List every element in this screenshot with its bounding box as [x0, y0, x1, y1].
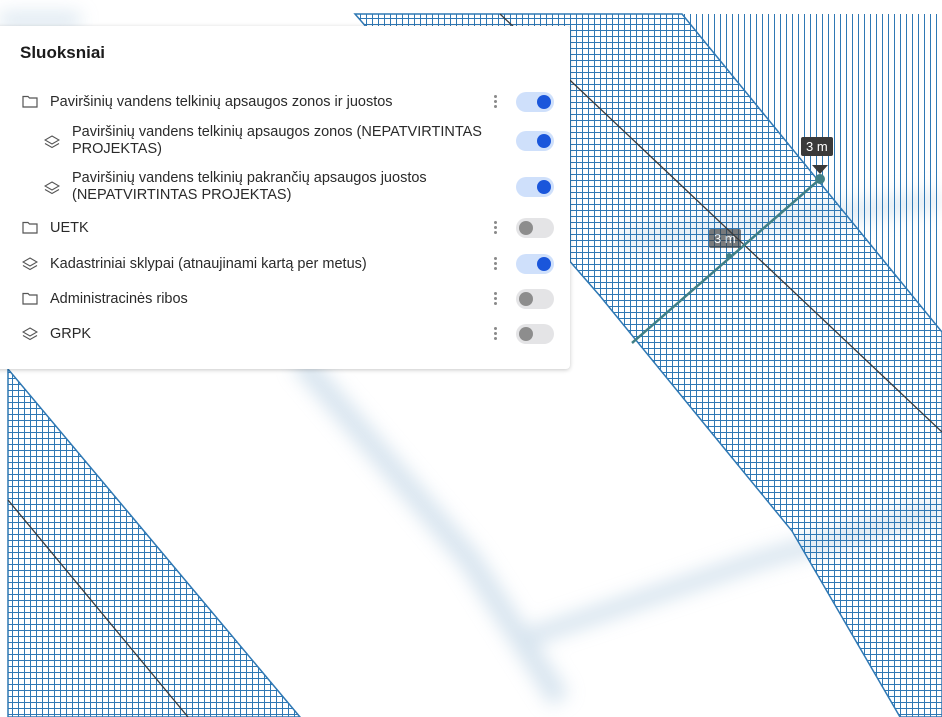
layer-row-pakranciu-juostos[interactable]: Paviršinių vandens telkinių pakrančių ap… [0, 170, 570, 206]
layer-toggle[interactable] [516, 289, 554, 309]
layer-toggle[interactable] [516, 92, 554, 112]
layers-icon [21, 256, 39, 272]
layer-label: Paviršinių vandens telkinių apsaugos zon… [50, 94, 393, 110]
layer-menu-icon[interactable] [492, 94, 498, 110]
layer-row-administracines-ribos[interactable]: Administracinės ribos [0, 289, 570, 309]
layer-row-apsaugos-zonos[interactable]: Paviršinių vandens telkinių apsaugos zon… [0, 124, 570, 160]
panel-title: Sluoksniai [20, 43, 106, 62]
layer-row-grpk[interactable]: GRPK [0, 324, 570, 344]
layer-label: Paviršinių vandens telkinių apsaugos zon… [72, 124, 482, 157]
layer-menu-icon[interactable] [492, 256, 498, 272]
layers-icon [43, 180, 61, 196]
layer-menu-icon[interactable] [492, 220, 498, 236]
folder-icon [22, 291, 38, 307]
layer-label: Kadastriniai sklypai (atnaujinami kartą … [50, 256, 367, 272]
layer-row-pavirsiniu-group[interactable]: Paviršinių vandens telkinių apsaugos zon… [0, 92, 570, 112]
layers-icon [21, 326, 39, 342]
protection-zone-band-left [7, 366, 301, 717]
measure-vertex[interactable] [815, 174, 825, 184]
folder-icon [22, 94, 38, 110]
measure-label-segment: 3 m [709, 229, 741, 248]
measure-label-total: 3 m [801, 137, 833, 156]
layers-panel: Sluoksniai Paviršinių vandens telkinių a… [0, 26, 570, 369]
layer-toggle[interactable] [516, 131, 554, 151]
layer-row-kadastriniai-sklypai[interactable]: Kadastriniai sklypai (atnaujinami kartą … [0, 254, 570, 274]
layers-icon [43, 134, 61, 150]
layer-label: UETK [50, 220, 89, 236]
layer-toggle[interactable] [516, 324, 554, 344]
layer-label: Administracinės ribos [50, 291, 188, 307]
layer-toggle[interactable] [516, 177, 554, 197]
layer-label: GRPK [50, 326, 92, 342]
measure-midpoint[interactable] [726, 253, 732, 259]
layer-toggle[interactable] [516, 254, 554, 274]
folder-icon [22, 220, 38, 236]
layer-menu-icon[interactable] [492, 291, 498, 307]
layer-row-uetk[interactable]: UETK [0, 218, 570, 238]
layer-toggle[interactable] [516, 218, 554, 238]
layer-menu-icon[interactable] [492, 326, 498, 342]
layer-label: Paviršinių vandens telkinių pakrančių ap… [72, 170, 427, 203]
